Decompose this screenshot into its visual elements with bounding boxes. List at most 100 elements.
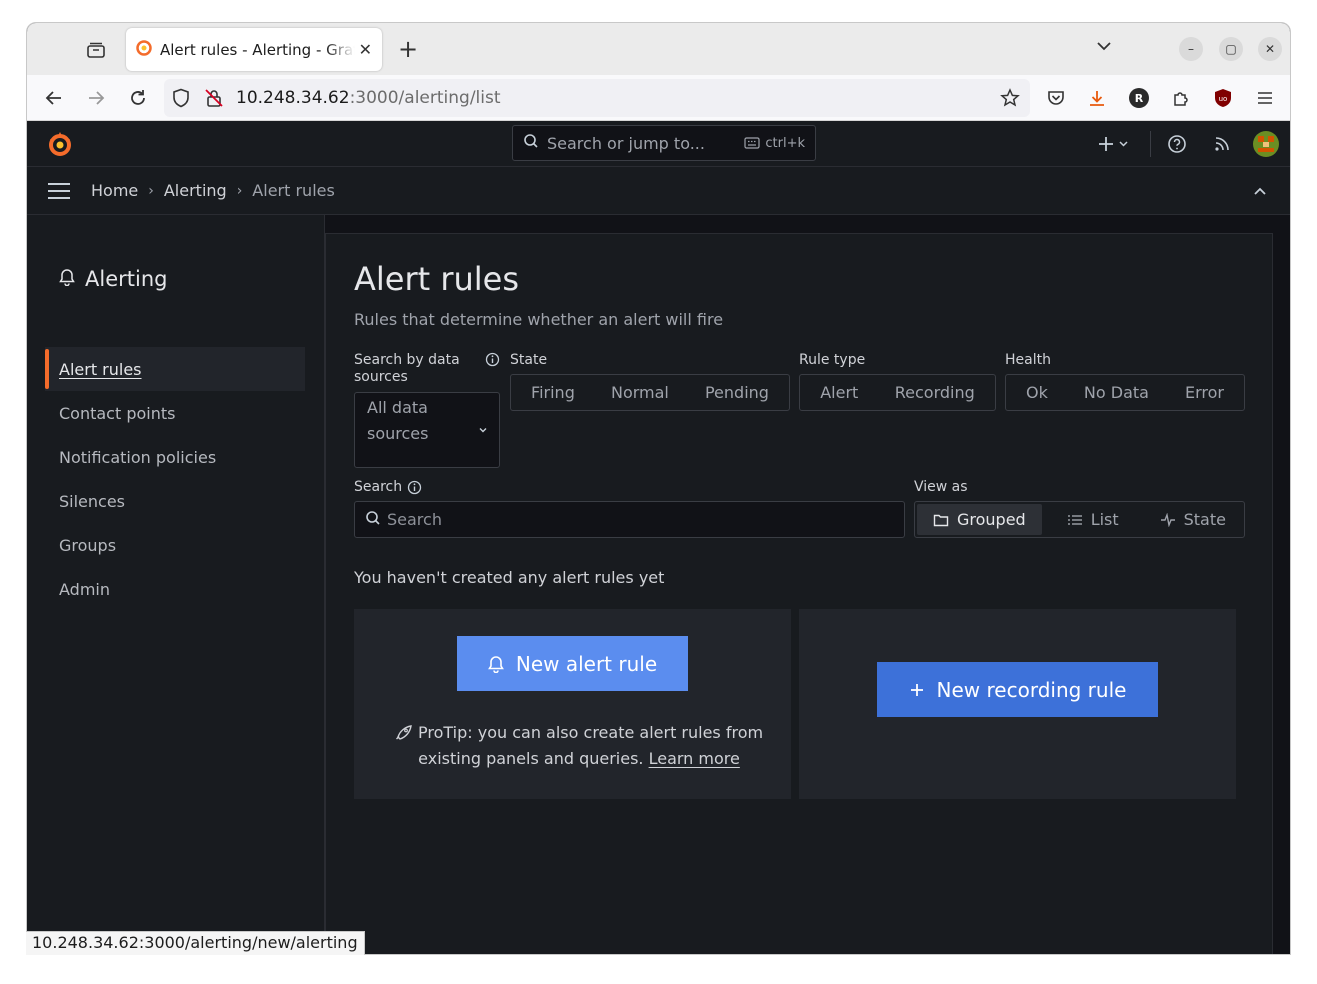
forward-arrow-icon[interactable] <box>83 85 109 111</box>
health-filter-group: Ok No Data Error <box>1005 374 1245 411</box>
sidebar-item-admin[interactable]: Admin <box>45 567 305 611</box>
breadcrumb-alerting[interactable]: Alerting <box>164 181 227 200</box>
sidebar-item-label: Silences <box>59 491 126 511</box>
learn-more-link[interactable]: Learn more <box>649 749 740 768</box>
global-search-bar[interactable]: Search or jump to... ctrl+k <box>512 125 816 161</box>
news-rss-icon[interactable] <box>1209 131 1235 157</box>
breadcrumb-home[interactable]: Home <box>91 181 138 200</box>
sidebar-item-label: Groups <box>59 535 117 555</box>
grafana-topbar: Search or jump to... ctrl+k <box>27 121 1290 167</box>
user-avatar[interactable] <box>1253 131 1279 157</box>
datasource-filter-label: Search by data sources <box>354 352 460 385</box>
breadcrumb-bar: Home › Alerting › Alert rules <box>27 167 1290 215</box>
viewas-option-label: State <box>1183 510 1226 529</box>
grafana-logo-icon[interactable] <box>45 129 75 159</box>
protip-text: ProTip: you can also create alert rules … <box>394 720 764 772</box>
rule-search-input[interactable]: Search <box>354 501 905 538</box>
section-nav-heading: Alerting <box>59 267 167 291</box>
menu-hamburger-icon[interactable] <box>47 182 71 200</box>
tab-close-icon[interactable]: ✕ <box>359 40 372 59</box>
tab-list-chevron-icon[interactable] <box>1095 37 1113 59</box>
sidebar-item-label: Contact points <box>59 403 176 423</box>
help-icon[interactable] <box>1164 131 1190 157</box>
new-recording-rule-label: New recording rule <box>936 677 1127 702</box>
window-close-icon[interactable]: ✕ <box>1258 37 1282 61</box>
state-filter-group: Firing Normal Pending <box>510 374 790 411</box>
viewas-option-state[interactable]: State <box>1144 504 1242 535</box>
keyboard-shortcut-hint: ctrl+k <box>744 136 805 151</box>
pocket-icon[interactable] <box>1043 85 1069 111</box>
profile-avatar-icon[interactable]: R <box>1126 85 1152 111</box>
extensions-puzzle-icon[interactable] <box>1168 85 1194 111</box>
health-option-no-data[interactable]: No Data <box>1068 377 1165 408</box>
state-option-pending[interactable]: Pending <box>689 377 785 408</box>
sidebar-item-label: Alert rules <box>59 359 142 379</box>
browser-tab-active[interactable]: Alert rules - Alerting - Grafana ✕ <box>126 28 382 71</box>
new-alert-rule-button[interactable]: New alert rule <box>457 636 688 691</box>
insecure-lock-icon[interactable] <box>204 88 224 112</box>
empty-state-message: You haven't created any alert rules yet <box>354 568 665 587</box>
ruletype-filter-label: Rule type <box>799 352 866 368</box>
new-plus-menu-icon[interactable] <box>1095 131 1135 157</box>
bookmark-star-icon[interactable] <box>1000 88 1020 112</box>
global-search-placeholder: Search or jump to... <box>547 133 705 153</box>
ublock-origin-icon[interactable]: uo <box>1210 85 1236 111</box>
section-nav-title: Alerting <box>85 267 168 291</box>
maximize-icon[interactable]: ▢ <box>1219 37 1243 61</box>
state-filter-label: State <box>510 352 548 368</box>
info-circle-icon[interactable] <box>485 352 500 371</box>
download-icon[interactable] <box>1084 85 1110 111</box>
alerting-section-nav: Alerting Alert rules Contact points Noti… <box>27 215 325 954</box>
health-option-error[interactable]: Error <box>1169 377 1240 408</box>
viewas-option-grouped[interactable]: Grouped <box>917 504 1042 535</box>
viewas-option-list[interactable]: List <box>1051 504 1135 535</box>
page-subtitle: Rules that determine whether an alert wi… <box>354 310 724 329</box>
viewas-group: Grouped List State <box>914 501 1245 538</box>
tab-overview-icon[interactable] <box>83 37 109 63</box>
collapse-chevron-up-icon[interactable] <box>1252 183 1268 199</box>
bell-icon <box>59 267 75 291</box>
sidebar-item-silences[interactable]: Silences <box>45 479 305 523</box>
shield-icon[interactable] <box>172 88 190 112</box>
datasource-select[interactable]: All data sources <box>354 392 500 468</box>
reload-icon[interactable] <box>125 85 151 111</box>
url-bar[interactable]: 10.248.34.62:3000/alerting/list <box>164 79 1030 117</box>
keyboard-icon <box>744 137 760 149</box>
page-title: Alert rules <box>354 260 520 298</box>
minimize-icon[interactable]: – <box>1179 37 1203 61</box>
search-icon <box>523 133 539 153</box>
new-alert-rule-label: New alert rule <box>515 651 658 676</box>
browser-tabbar: Alert rules - Alerting - Grafana ✕ + – ▢… <box>27 23 1290 75</box>
back-arrow-icon[interactable] <box>41 85 67 111</box>
rule-search-placeholder: Search <box>387 510 442 529</box>
alert-rules-page: Alert rules Rules that determine whether… <box>325 233 1273 954</box>
tab-title: Alert rules - Alerting - Grafana <box>160 40 355 59</box>
sidebar-item-groups[interactable]: Groups <box>45 523 305 567</box>
new-alert-card: New alert rule ProTip: you can also crea… <box>354 609 791 799</box>
ruletype-filter-group: Alert Recording <box>799 374 996 411</box>
viewas-label: View as <box>914 479 968 495</box>
app-menu-hamburger-icon[interactable] <box>1252 85 1278 111</box>
breadcrumb-separator-icon: › <box>236 182 243 199</box>
health-filter-label: Health <box>1005 352 1051 368</box>
state-option-firing[interactable]: Firing <box>515 377 591 408</box>
sidebar-item-alert-rules[interactable]: Alert rules <box>45 347 305 391</box>
ruletype-option-recording[interactable]: Recording <box>879 377 991 408</box>
breadcrumb-separator-icon: › <box>148 182 154 199</box>
state-option-normal[interactable]: Normal <box>595 377 685 408</box>
plus-icon <box>910 683 923 696</box>
viewas-option-label: List <box>1090 510 1119 529</box>
new-recording-rule-button[interactable]: New recording rule <box>877 662 1158 717</box>
datasource-select-value: All data sources <box>367 398 429 443</box>
health-option-ok[interactable]: Ok <box>1010 377 1064 408</box>
info-circle-icon <box>407 480 422 495</box>
breadcrumb-current: Alert rules <box>252 181 335 200</box>
sidebar-item-notification-policies[interactable]: Notification policies <box>45 435 305 479</box>
sidebar-item-contact-points[interactable]: Contact points <box>45 391 305 435</box>
ruletype-option-alert[interactable]: Alert <box>804 377 874 408</box>
new-recording-card: New recording rule <box>799 609 1236 799</box>
list-icon <box>1067 514 1082 525</box>
new-tab-icon[interactable]: + <box>395 35 421 63</box>
shortcut-text: ctrl+k <box>765 135 805 151</box>
url-text: 10.248.34.62:3000/alerting/list <box>236 88 501 108</box>
